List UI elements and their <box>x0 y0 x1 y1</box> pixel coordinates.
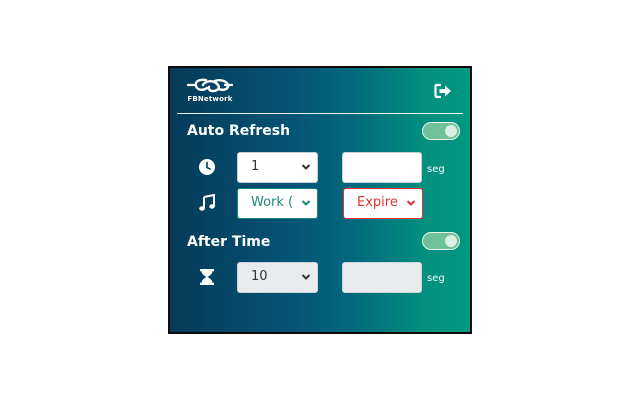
sign-out-icon <box>434 83 451 99</box>
after-time-value: 10 <box>251 269 268 284</box>
after-time-seconds-input[interactable] <box>342 262 422 293</box>
after-time-toggle[interactable] <box>422 232 460 250</box>
music-note-icon <box>198 193 216 212</box>
toggle-knob <box>445 125 457 137</box>
alert-select[interactable]: Expire <box>343 188 423 219</box>
extension-popup: FBNetwork Auto Refresh 1 seg Work (Expi… <box>168 66 472 334</box>
logo-text: FBNetwork <box>187 95 233 103</box>
alert-value: Expire <box>357 195 398 210</box>
refresh-interval-select[interactable]: 1 <box>237 152 318 183</box>
after-time-select[interactable]: 10 <box>237 262 318 293</box>
after-time-seconds-unit: seg <box>427 273 445 284</box>
auto-refresh-title: Auto Refresh <box>187 123 291 139</box>
hourglass-icon <box>198 268 216 286</box>
clock-icon <box>198 158 216 176</box>
toggle-knob <box>445 235 457 247</box>
header-divider <box>177 113 463 114</box>
auto-refresh-toggle[interactable] <box>422 122 460 140</box>
sound-value: Work ( <box>251 195 294 210</box>
sound-select[interactable]: Work ( <box>237 188 318 219</box>
logout-button[interactable] <box>434 83 452 99</box>
refresh-interval-value: 1 <box>251 159 260 174</box>
chain-link-icon <box>186 78 234 93</box>
chevron-down-icon <box>406 200 416 206</box>
chevron-down-icon <box>301 164 311 170</box>
chevron-down-icon <box>301 274 311 280</box>
refresh-seconds-unit: seg <box>427 164 445 175</box>
after-time-title: After Time <box>187 234 271 250</box>
refresh-seconds-input[interactable] <box>342 152 422 183</box>
chevron-down-icon <box>301 200 311 206</box>
fbnetwork-logo: FBNetwork <box>186 76 234 104</box>
